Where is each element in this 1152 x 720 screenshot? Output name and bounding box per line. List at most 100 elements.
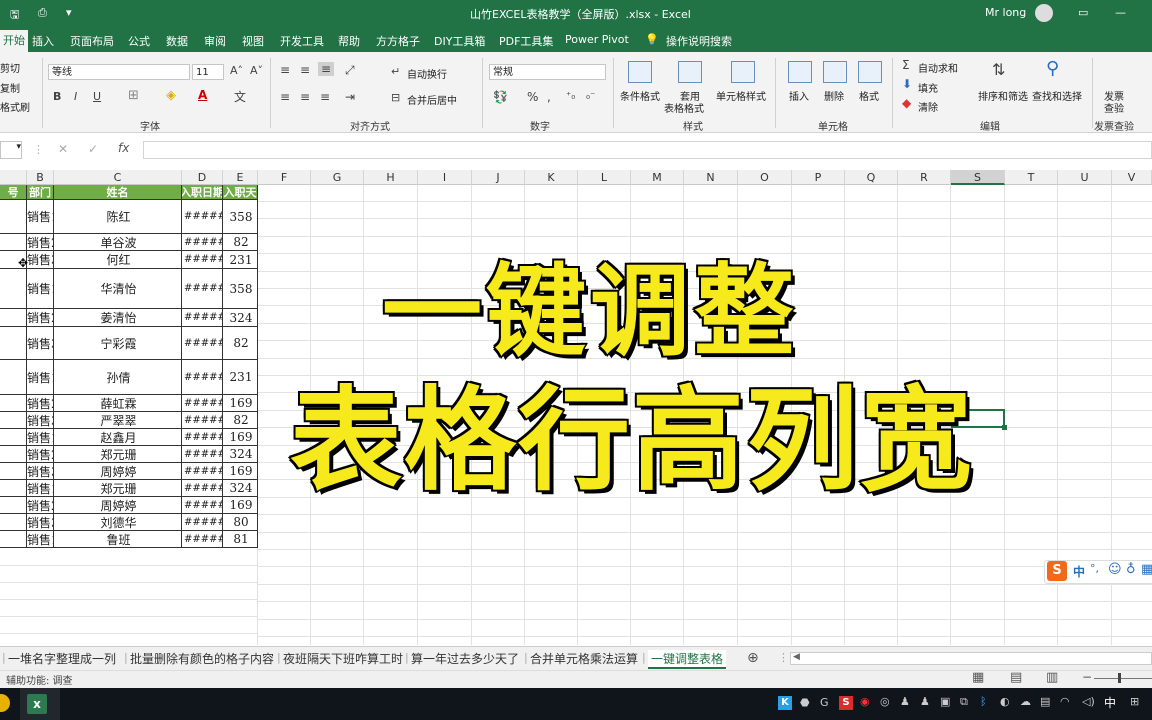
add-sheet-icon[interactable]: ⊕ (747, 650, 759, 666)
table-cell[interactable] (0, 531, 27, 548)
table-cell-date[interactable]: ##### (182, 412, 223, 429)
find-select-button[interactable]: 查找和选择 (1032, 88, 1082, 103)
scroll-left-icon[interactable]: ◀ (793, 652, 800, 662)
table-cell[interactable] (0, 327, 27, 360)
percent-icon[interactable]: % (527, 90, 538, 104)
volume-icon[interactable]: ◁) (1082, 695, 1095, 708)
sheet-tab[interactable]: 批量删除有颜色的格子内容 (130, 650, 274, 667)
conditional-format-button[interactable]: 条件格式 (620, 88, 660, 103)
ribbon-tab[interactable]: PDF工具集 (499, 33, 553, 49)
column-header[interactable] (0, 170, 27, 185)
table-cell-name[interactable]: 刘德华 (54, 514, 182, 531)
ribbon-tab[interactable]: 插入 (32, 33, 54, 49)
column-header-i[interactable]: I (418, 170, 472, 185)
table-cell-name[interactable]: 华清怡 (54, 269, 182, 309)
currency-icon[interactable]: 💱 (493, 90, 508, 104)
sheet-tab[interactable]: 合并单元格乘法运算 (530, 650, 638, 667)
ribbon-tab[interactable]: 方方格子 (376, 33, 420, 49)
column-header-e[interactable]: E (223, 170, 258, 185)
table-cell-name[interactable]: 周婷婷 (54, 463, 182, 480)
formula-bar-handle[interactable]: ⋮ (33, 143, 44, 156)
record-icon[interactable]: ◉ (860, 695, 870, 708)
align-left-icon[interactable]: ≡ (280, 90, 290, 104)
sheet-tab[interactable]: 一键调整表格 (648, 650, 727, 669)
zoom-out-icon[interactable]: − (1082, 670, 1092, 684)
table-cell[interactable] (0, 309, 27, 327)
column-header-n[interactable]: N (684, 170, 738, 185)
column-header-v[interactable]: V (1112, 170, 1152, 185)
table-cell-days[interactable]: 324 (223, 446, 258, 463)
formula-input[interactable] (143, 141, 1152, 159)
ribbon-tab[interactable]: DIY工具箱 (434, 33, 485, 49)
table-cell-dept[interactable]: 销售1 (27, 269, 54, 309)
table-cell-name[interactable]: 陈红 (54, 200, 182, 234)
ribbon-tab[interactable]: 视图 (242, 33, 264, 49)
table-cell-name[interactable]: 宁彩霞 (54, 327, 182, 360)
table-cell-name[interactable]: 赵鑫月 (54, 429, 182, 446)
column-header-l[interactable]: L (578, 170, 631, 185)
tray-icon[interactable]: ⧉ (960, 695, 968, 709)
align-top-icon[interactable]: ≡ (280, 63, 290, 77)
column-header-p[interactable]: P (792, 170, 845, 185)
ribbon-tab[interactable]: 操作说明搜索 (666, 33, 732, 49)
indent-icon[interactable]: ⇥ (345, 90, 355, 104)
column-header-h[interactable]: H (364, 170, 418, 185)
font-color-icon[interactable]: A (198, 88, 207, 102)
quick-access-dropdown-icon[interactable]: ▾ (66, 6, 72, 19)
ime-icon[interactable]: ⊞ (1130, 695, 1139, 708)
ribbon-tab[interactable]: 开发工具 (280, 33, 324, 49)
grow-font-icon[interactable]: A˄ (230, 64, 243, 77)
table-header-cell[interactable]: 入职日期 (182, 185, 223, 200)
table-cell-date[interactable]: ##### (182, 395, 223, 412)
decrease-decimal-icon[interactable]: ₀⁻ (586, 91, 595, 102)
ribbon-display-icon[interactable]: ▭ (1078, 6, 1088, 19)
number-format-select[interactable]: 常规 (489, 64, 606, 80)
table-cell-name[interactable]: 孙倩 (54, 360, 182, 395)
column-header-k[interactable]: K (525, 170, 578, 185)
user-name[interactable]: Mr long (985, 6, 1026, 19)
table-cell-days[interactable]: 324 (223, 309, 258, 327)
table-cell-dept[interactable]: 销售1 (27, 200, 54, 234)
table-cell-dept[interactable]: 销售3 (27, 412, 54, 429)
sheet-tab[interactable]: 一堆名字整理成一列 (8, 650, 116, 667)
table-cell-dept[interactable]: 销售2 (27, 234, 54, 251)
table-header-cell[interactable]: 号 (0, 185, 27, 200)
tray-icon[interactable]: ♟ (900, 695, 910, 708)
column-header-b[interactable]: B (27, 170, 54, 185)
ribbon-tab[interactable]: 帮助 (338, 33, 360, 49)
table-cell-name[interactable]: 周婷婷 (54, 497, 182, 514)
table-cell-dept[interactable]: 销售1 (27, 360, 54, 395)
table-cell-date[interactable]: ##### (182, 234, 223, 251)
table-cell-dept[interactable]: 销售3 (27, 327, 54, 360)
table-cell-date[interactable]: ##### (182, 429, 223, 446)
normal-view-icon[interactable]: ▦ (972, 670, 984, 685)
table-cell-date[interactable]: ##### (182, 463, 223, 480)
phonetic-icon[interactable]: 文 (234, 88, 246, 105)
cut-button[interactable]: 剪切 (0, 60, 20, 75)
table-cell[interactable] (0, 412, 27, 429)
table-cell-days[interactable]: 82 (223, 412, 258, 429)
table-cell-date[interactable]: ###### (182, 269, 223, 309)
table-cell-days[interactable]: 169 (223, 463, 258, 480)
save-icon[interactable]: 🖫 (10, 6, 19, 25)
merge-center-button[interactable]: 合并后居中 (407, 92, 457, 107)
table-cell-date[interactable]: ##### (182, 327, 223, 360)
italic-icon[interactable]: I (74, 90, 77, 103)
table-cell-days[interactable]: 358 (223, 200, 258, 234)
table-cell-days[interactable]: 231 (223, 251, 258, 269)
clear-button[interactable]: 清除 (918, 99, 938, 114)
table-cell-dept[interactable]: 销售2 (27, 497, 54, 514)
copy-button[interactable]: 复制 (0, 80, 20, 95)
table-cell[interactable] (0, 497, 27, 514)
table-cell-days[interactable]: 358 (223, 269, 258, 309)
table-cell-name[interactable]: 严翠翠 (54, 412, 182, 429)
tray-icon[interactable]: ◎ (880, 695, 890, 708)
column-header-t[interactable]: T (1005, 170, 1058, 185)
column-header-o[interactable]: O (738, 170, 792, 185)
tray-icon[interactable]: ⬣ (800, 696, 810, 709)
format-painter-button[interactable]: 格式刷 (0, 99, 30, 114)
table-cell-name[interactable]: 郑元珊 (54, 480, 182, 497)
table-cell-dept[interactable]: 销售2 (27, 309, 54, 327)
zoom-slider[interactable] (1094, 678, 1152, 679)
border-icon[interactable]: ⊞ (128, 88, 139, 103)
